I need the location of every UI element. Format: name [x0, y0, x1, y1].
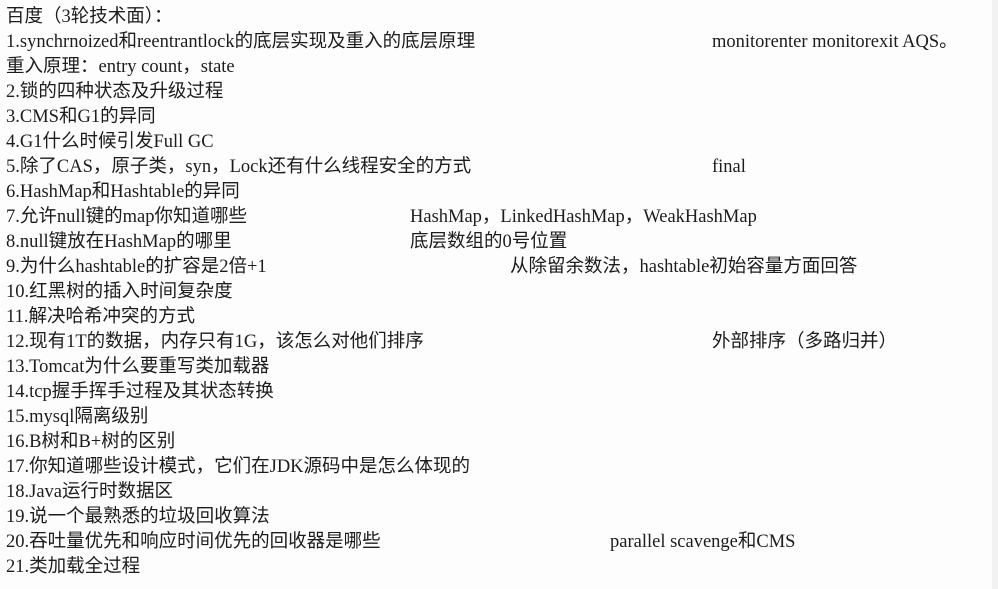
- question-text: 2.锁的四种状态及升级过程: [6, 82, 224, 102]
- note-line: 6.HashMap和Hashtable的异同: [0, 180, 998, 205]
- question-text: 4.G1什么时候引发Full GC: [6, 132, 214, 152]
- note-line: 18.Java运行时数据区: [0, 480, 998, 505]
- answer-text: final: [712, 157, 746, 177]
- note-line: 21.类加载全过程: [0, 555, 998, 580]
- note-line: 15.mysql隔离级别: [0, 405, 998, 430]
- note-line: 17.你知道哪些设计模式，它们在JDK源码中是怎么体现的: [0, 455, 998, 480]
- note-line: 11.解决哈希冲突的方式: [0, 305, 998, 330]
- note-line: 4.G1什么时候引发Full GC: [0, 130, 998, 155]
- note-line: 16.B树和B+树的区别: [0, 430, 998, 455]
- notes-header: 百度（3轮技术面）：: [0, 5, 998, 30]
- note-line: 1.synchrnoized和reentrantlock的底层实现及重入的底层原…: [0, 30, 998, 55]
- question-text: 1.synchrnoized和reentrantlock的底层实现及重入的底层原…: [6, 32, 476, 52]
- note-line: 14.tcp握手挥手过程及其状态转换: [0, 380, 998, 405]
- question-text: 18.Java运行时数据区: [6, 482, 173, 502]
- question-text: 11.解决哈希冲突的方式: [6, 307, 195, 327]
- note-line: 20.吞吐量优先和响应时间优先的回收器是哪些 parallel scavenge…: [0, 530, 998, 555]
- question-text: 6.HashMap和Hashtable的异同: [6, 182, 240, 202]
- question-text: 3.CMS和G1的异同: [6, 107, 156, 127]
- question-text: 9.为什么hashtable的扩容是2倍+1: [6, 257, 267, 277]
- note-line: 10.红黑树的插入时间复杂度: [0, 280, 998, 305]
- note-line: 重入原理：entry count，state: [0, 55, 998, 80]
- question-text: 8.null键放在HashMap的哪里: [6, 232, 232, 252]
- question-text: 7.允许null键的map你知道哪些: [6, 207, 248, 227]
- answer-text: 底层数组的0号位置: [410, 232, 568, 252]
- question-text: 5.除了CAS，原子类，syn，Lock还有什么线程安全的方式: [6, 157, 472, 177]
- header-text: 百度（3轮技术面）：: [6, 7, 173, 27]
- right-edge-divider: [992, 0, 998, 589]
- note-line: 8.null键放在HashMap的哪里 底层数组的0号位置: [0, 230, 998, 255]
- question-text: 12.现有1T的数据，内存只有1G，该怎么对他们排序: [6, 332, 424, 352]
- question-text: 14.tcp握手挥手过程及其状态转换: [6, 382, 274, 402]
- answer-text: monitorenter monitorexit AQS。: [712, 32, 958, 52]
- question-text: 15.mysql隔离级别: [6, 407, 149, 427]
- answer-text: 外部排序（多路归并）: [712, 332, 898, 352]
- interview-notes-page: 百度（3轮技术面）： 1.synchrnoized和reentrantlock的…: [0, 0, 998, 589]
- note-line: 5.除了CAS，原子类，syn，Lock还有什么线程安全的方式 final: [0, 155, 998, 180]
- question-text: 16.B树和B+树的区别: [6, 432, 176, 452]
- note-line: 3.CMS和G1的异同: [0, 105, 998, 130]
- answer-text: HashMap，LinkedHashMap，WeakHashMap: [410, 207, 757, 227]
- note-line: 2.锁的四种状态及升级过程: [0, 80, 998, 105]
- note-line: 7.允许null键的map你知道哪些 HashMap，LinkedHashMap…: [0, 205, 998, 230]
- question-text: 21.类加载全过程: [6, 557, 141, 577]
- question-text: 17.你知道哪些设计模式，它们在JDK源码中是怎么体现的: [6, 457, 471, 477]
- question-text: 20.吞吐量优先和响应时间优先的回收器是哪些: [6, 532, 381, 552]
- question-text: 10.红黑树的插入时间复杂度: [6, 282, 233, 302]
- answer-text: 从除留余数法，hashtable初始容量方面回答: [510, 257, 858, 277]
- question-text: 重入原理：entry count，state: [6, 57, 235, 77]
- question-text: 13.Tomcat为什么要重写类加载器: [6, 357, 270, 377]
- note-line: 9.为什么hashtable的扩容是2倍+1 从除留余数法，hashtable初…: [0, 255, 998, 280]
- note-line: 12.现有1T的数据，内存只有1G，该怎么对他们排序 外部排序（多路归并）: [0, 330, 998, 355]
- note-line: 19.说一个最熟悉的垃圾回收算法: [0, 505, 998, 530]
- question-text: 19.说一个最熟悉的垃圾回收算法: [6, 507, 270, 527]
- answer-text: parallel scavenge和CMS: [610, 532, 796, 552]
- note-line: 13.Tomcat为什么要重写类加载器: [0, 355, 998, 380]
